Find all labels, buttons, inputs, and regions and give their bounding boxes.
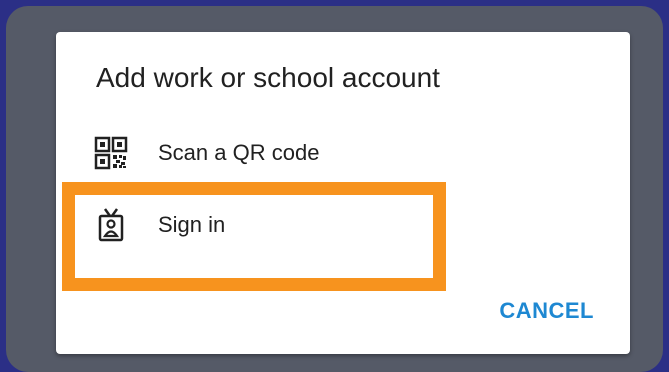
sign-in-option[interactable]: Sign in: [78, 194, 548, 256]
scan-qr-code-option[interactable]: Scan a QR code: [78, 122, 548, 184]
cancel-button[interactable]: CANCEL: [499, 298, 594, 324]
qr-code-icon: [94, 136, 128, 170]
add-account-dialog: Add work or school account Scan a QR cod…: [56, 32, 630, 354]
scan-qr-code-label: Scan a QR code: [158, 140, 320, 165]
dialog-title: Add work or school account: [96, 62, 440, 93]
badge-icon: [94, 208, 128, 242]
sign-in-label: Sign in: [158, 212, 226, 237]
